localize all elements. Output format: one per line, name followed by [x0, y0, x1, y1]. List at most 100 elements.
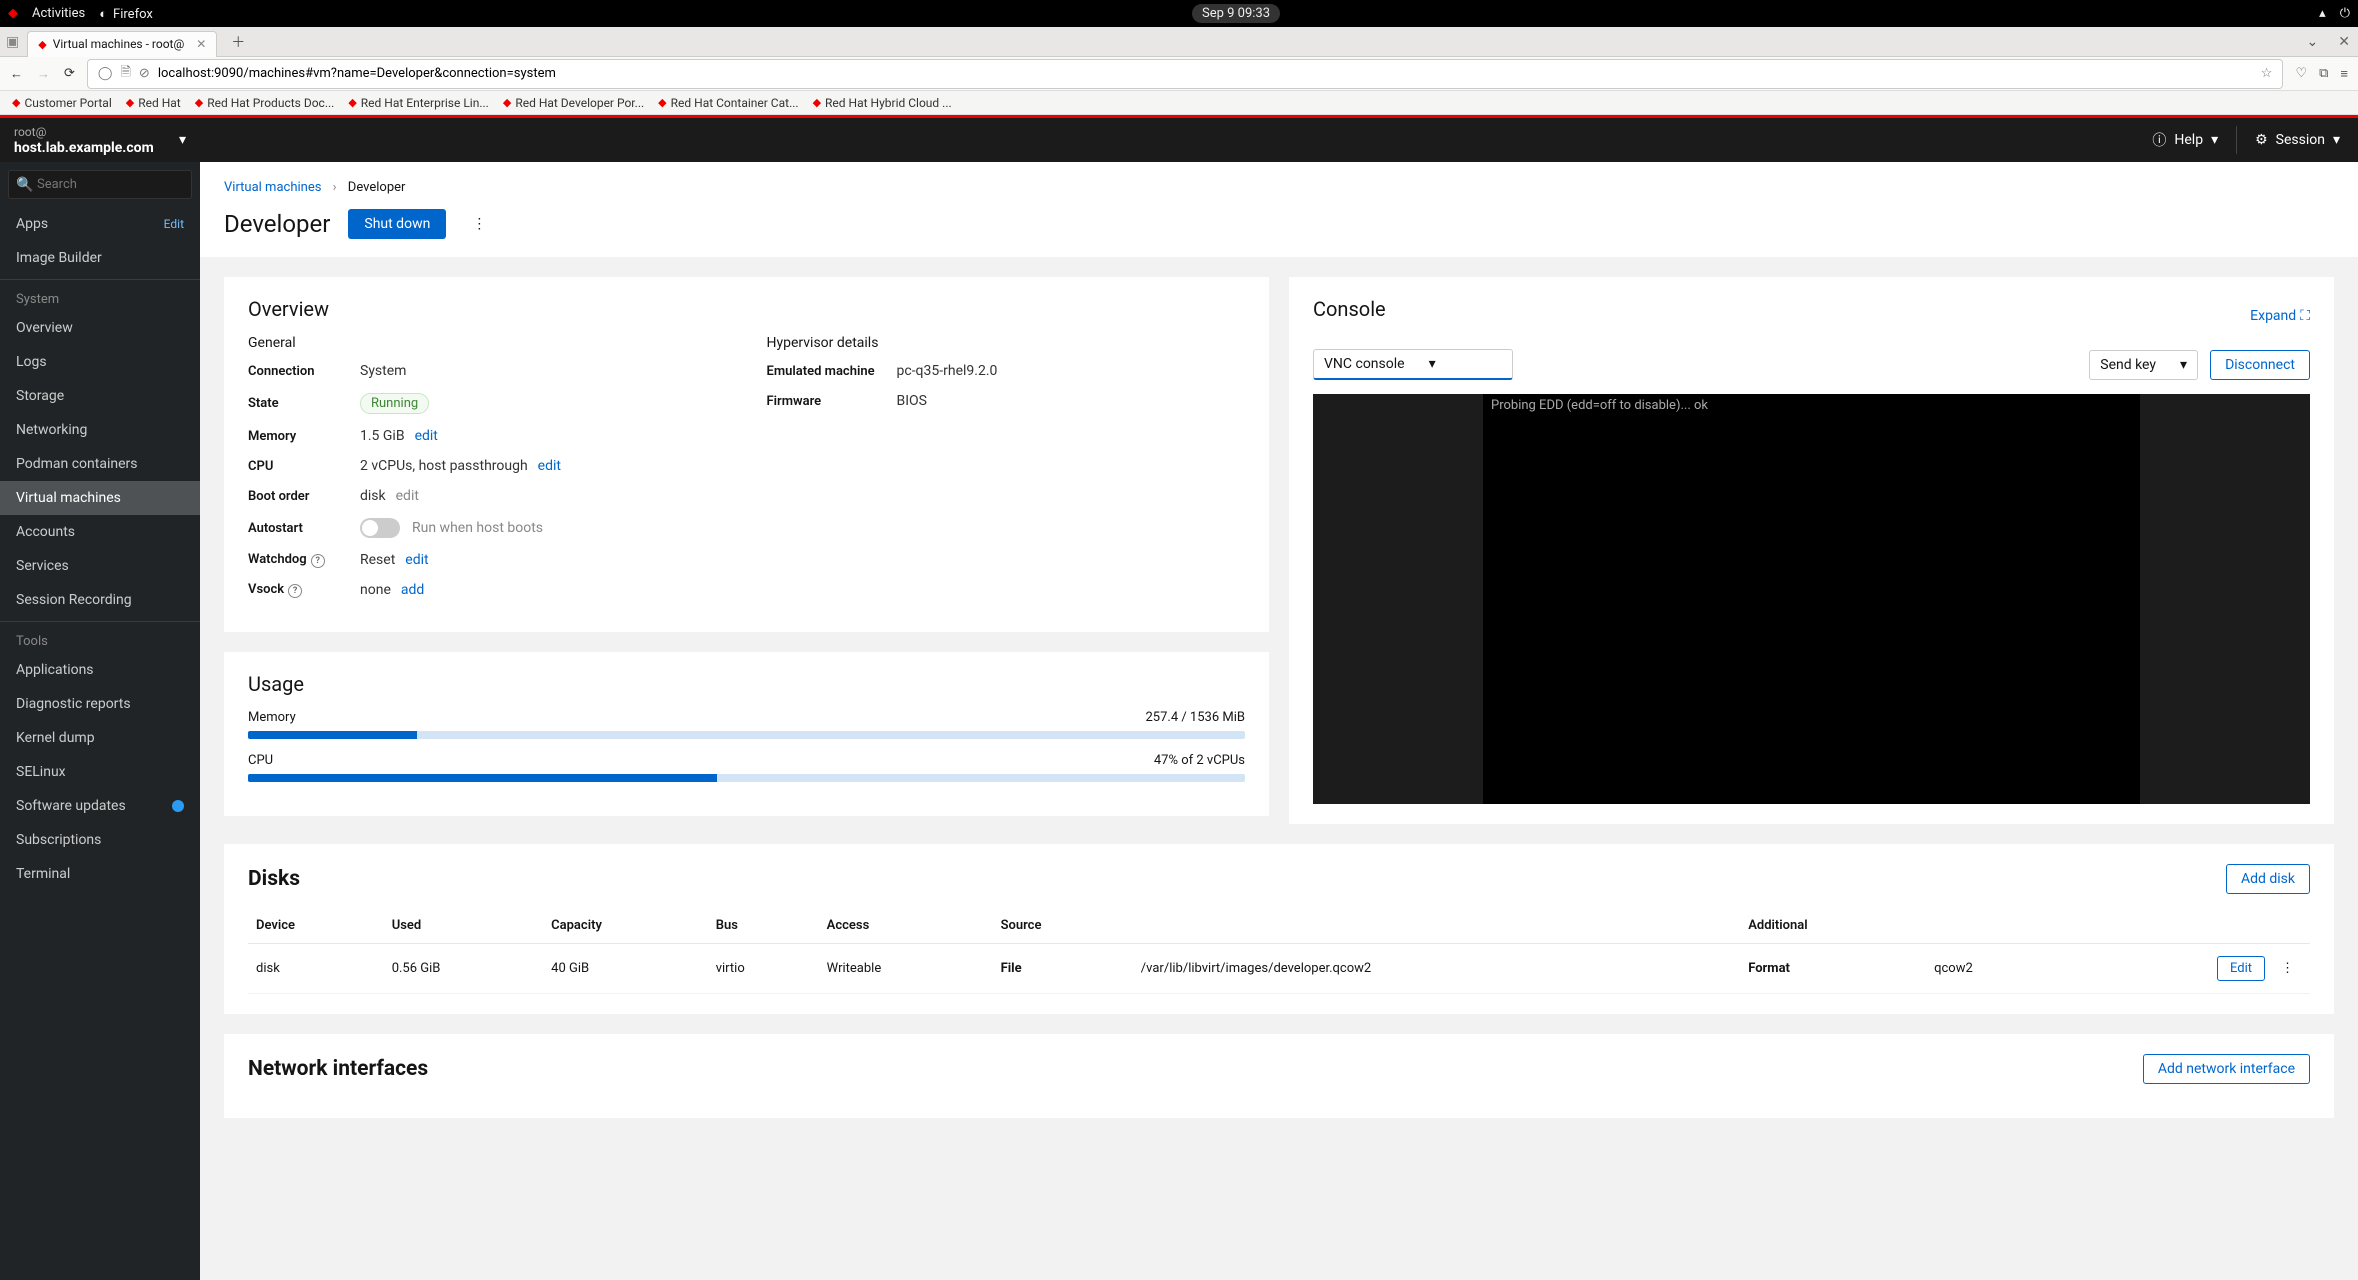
- autostart-toggle[interactable]: [360, 518, 400, 538]
- session-menu[interactable]: ⚙Session▾: [2237, 118, 2358, 162]
- usage-mem-value: 257.4 / 1536 MiB: [1145, 710, 1245, 725]
- shutdown-button[interactable]: Shut down: [348, 209, 446, 239]
- emu-label: Emulated machine: [767, 364, 897, 379]
- browser-tab[interactable]: ◆ Virtual machines - root@ ✕: [27, 31, 217, 57]
- site-info-icon[interactable]: 🗎: [120, 63, 130, 85]
- address-bar[interactable]: ◯ 🗎 ⊘ ☆: [87, 59, 2284, 89]
- activities-button[interactable]: Activities: [32, 6, 85, 21]
- add-disk-button[interactable]: Add disk: [2226, 864, 2310, 894]
- host-switcher[interactable]: root@host.lab.example.com ▾: [0, 116, 200, 164]
- overview-card: Overview General ConnectionSystem StateR…: [224, 277, 1269, 632]
- bookmarks-toolbar: ◆Customer Portal ◆Red Hat ◆Red Hat Produ…: [0, 91, 2358, 115]
- add-network-button[interactable]: Add network interface: [2143, 1054, 2310, 1084]
- chevron-right-icon: ›: [333, 180, 337, 195]
- bookmark-item[interactable]: ◆Red Hat Hybrid Cloud ...: [813, 96, 952, 110]
- disk-source-label: File: [1001, 961, 1022, 976]
- firefox-window-icon[interactable]: ▣: [6, 34, 19, 50]
- tab-close-icon[interactable]: ✕: [196, 37, 206, 51]
- breadcrumb-leaf: Developer: [348, 180, 406, 195]
- sidebar-item-overview[interactable]: Overview: [0, 311, 200, 345]
- usage-cpu-value: 47% of 2 vCPUs: [1154, 753, 1245, 768]
- page-header: Virtual machines › Developer Developer S…: [200, 162, 2358, 257]
- power-icon[interactable]: ⏻: [2340, 6, 2350, 21]
- vsock-add-link[interactable]: add: [401, 582, 424, 598]
- firefox-indicator[interactable]: ◐Firefox: [99, 6, 153, 22]
- sidebar-item-subscriptions[interactable]: Subscriptions: [0, 823, 200, 857]
- chevron-down-icon: ▾: [2180, 357, 2187, 373]
- usage-cpu-label: CPU: [248, 753, 273, 768]
- clock[interactable]: Sep 9 09:33: [1192, 4, 1280, 23]
- disk-device: disk: [248, 944, 384, 994]
- window-close-icon[interactable]: ✕: [2338, 34, 2350, 50]
- bookmark-item[interactable]: ◆Red Hat Enterprise Lin...: [348, 96, 489, 110]
- watchdog-label: Watchdog?: [248, 552, 360, 568]
- conn-value: System: [360, 363, 406, 379]
- sidebar-item-image-builder[interactable]: Image Builder: [0, 241, 200, 275]
- boot-edit-link[interactable]: edit: [396, 488, 419, 504]
- bookmark-item[interactable]: ◆Red Hat Developer Por...: [503, 96, 644, 110]
- update-badge: [172, 800, 184, 812]
- sidebar-item-podman[interactable]: Podman containers: [0, 447, 200, 481]
- search-input[interactable]: [8, 170, 192, 199]
- watchdog-edit-link[interactable]: edit: [405, 552, 428, 568]
- console-type-select[interactable]: VNC console▾: [1313, 349, 1513, 380]
- sidebar-item-selinux[interactable]: SELinux: [0, 755, 200, 789]
- apps-edit-link[interactable]: Edit: [164, 217, 184, 231]
- bookmark-item[interactable]: ◆Customer Portal: [12, 96, 112, 110]
- cpu-progress: [248, 774, 1245, 782]
- help-icon[interactable]: ?: [311, 554, 325, 568]
- cpu-edit-link[interactable]: edit: [538, 458, 561, 474]
- mem-label: Memory: [248, 429, 360, 444]
- new-tab-button[interactable]: ＋: [225, 32, 251, 52]
- sidebar-item-diagnostic[interactable]: Diagnostic reports: [0, 687, 200, 721]
- vm-actions-menu[interactable]: ⋮: [464, 212, 494, 236]
- help-icon[interactable]: ?: [288, 584, 302, 598]
- sidebar-item-session-recording[interactable]: Session Recording: [0, 583, 200, 617]
- url-input[interactable]: [158, 66, 2253, 81]
- mem-value: 1.5 GiB: [360, 428, 405, 444]
- sidebar-item-storage[interactable]: Storage: [0, 379, 200, 413]
- menu-icon[interactable]: ≡: [2340, 66, 2348, 82]
- bookmark-star-icon[interactable]: ☆: [2261, 66, 2273, 81]
- extensions-icon[interactable]: ⧉: [2319, 66, 2328, 82]
- mem-edit-link[interactable]: edit: [415, 428, 438, 444]
- page-title: Developer: [224, 210, 330, 238]
- sidebar-item-kernel-dump[interactable]: Kernel dump: [0, 721, 200, 755]
- disk-actions-menu[interactable]: ⋮: [2273, 957, 2302, 980]
- chevron-down-icon: ▾: [179, 132, 186, 148]
- send-key-select[interactable]: Send key▾: [2089, 350, 2198, 380]
- console-heading: Console: [1313, 297, 1386, 321]
- disconnect-button[interactable]: Disconnect: [2210, 350, 2310, 380]
- network-icon[interactable]: ▴: [2319, 6, 2326, 21]
- back-button[interactable]: ←: [10, 66, 23, 82]
- disk-access: Writeable: [819, 944, 993, 994]
- reload-button[interactable]: ⟳: [64, 66, 75, 82]
- state-badge: Running: [360, 393, 429, 414]
- sidebar-item-software-updates[interactable]: Software updates: [0, 789, 200, 823]
- expand-console-link[interactable]: Expand ⛶: [2250, 308, 2310, 324]
- fw-value: BIOS: [897, 393, 927, 409]
- vnc-viewer[interactable]: Probing EDD (edd=off to disable)... ok: [1313, 394, 2310, 804]
- autostart-label: Autostart: [248, 521, 360, 536]
- sidebar-item-virtual-machines[interactable]: Virtual machines: [0, 481, 200, 515]
- sidebar-item-logs[interactable]: Logs: [0, 345, 200, 379]
- bookmark-item[interactable]: ◆Red Hat Products Doc...: [195, 96, 335, 110]
- sidebar-item-apps[interactable]: AppsEdit: [0, 207, 200, 241]
- bookmark-item[interactable]: ◆Red Hat Container Cat...: [658, 96, 798, 110]
- breadcrumb-root[interactable]: Virtual machines: [224, 180, 321, 195]
- sidebar-item-services[interactable]: Services: [0, 549, 200, 583]
- pocket-icon[interactable]: ♡: [2295, 66, 2307, 82]
- tab-overflow-icon[interactable]: ⌄: [2307, 34, 2319, 50]
- sidebar-item-accounts[interactable]: Accounts: [0, 515, 200, 549]
- help-menu[interactable]: ⓘHelp▾: [2134, 118, 2236, 162]
- disk-source-value: /var/lib/libvirt/images/developer.qcow2: [1133, 944, 1740, 994]
- sidebar-item-terminal[interactable]: Terminal: [0, 857, 200, 891]
- sidebar-item-networking[interactable]: Networking: [0, 413, 200, 447]
- disk-format-value: qcow2: [1926, 944, 2061, 994]
- bookmark-item[interactable]: ◆Red Hat: [126, 96, 181, 110]
- content-area: Virtual machines › Developer Developer S…: [200, 162, 2358, 1280]
- sidebar-item-applications[interactable]: Applications: [0, 653, 200, 687]
- console-card: Console Expand ⛶ VNC console▾ Send key▾ …: [1289, 277, 2334, 824]
- edit-disk-button[interactable]: Edit: [2217, 956, 2265, 981]
- shield-icon[interactable]: ◯: [98, 66, 113, 81]
